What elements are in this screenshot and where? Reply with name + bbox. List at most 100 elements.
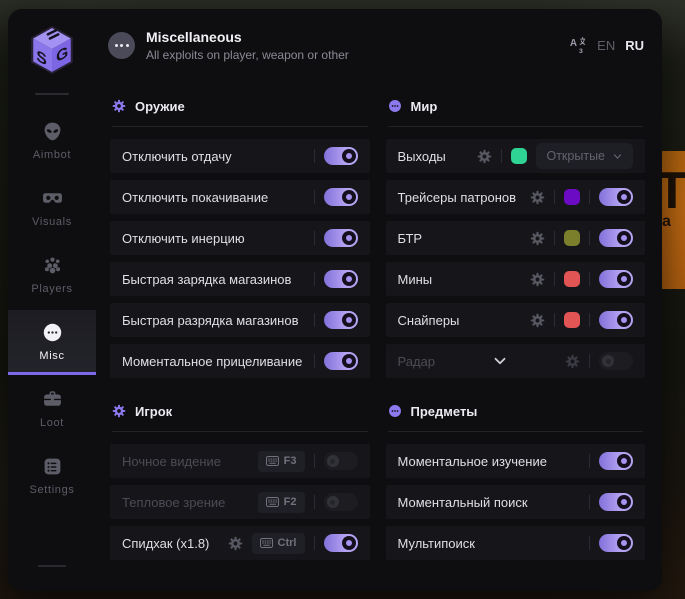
ellipsis-circle-icon [108,32,135,59]
control-divider [314,272,315,286]
gear-icon[interactable] [530,313,545,328]
toggle-switch[interactable] [599,229,633,247]
feature-row: Тепловое зрениеF2 [110,485,370,519]
toggle-switch[interactable] [599,352,633,370]
section-divider [112,431,368,432]
row-controls [314,311,358,329]
feature-label: Спидхак (x1.8) [122,536,209,551]
row-controls [589,452,633,470]
game-background-hud: Т а [660,151,685,289]
feature-label: Моментальное изучение [398,454,547,469]
sidebar-item-misc[interactable]: Misc [8,310,96,375]
toggle-knob [327,455,339,467]
gear-icon[interactable] [530,231,545,246]
hotkey-badge[interactable]: F3 [258,451,305,472]
toggle-switch[interactable] [324,147,358,165]
control-divider [589,495,590,509]
control-divider [314,454,315,468]
feature-row: Спидхак (x1.8) Ctrl [110,526,370,560]
row-controls: F2 [258,492,358,513]
toggle-switch[interactable] [324,534,358,552]
gear-icon[interactable] [477,149,492,164]
feature-row: Моментальное изучение [386,444,646,478]
hotkey-badge[interactable]: F2 [258,492,305,513]
control-divider [589,231,590,245]
feature-row: Отключить покачивание [110,180,370,214]
toggle-switch[interactable] [599,311,633,329]
chevron-down-icon[interactable] [491,352,509,370]
color-swatch[interactable] [564,271,580,287]
toggle-switch[interactable] [599,270,633,288]
toggle-switch[interactable] [599,493,633,511]
toggle-switch[interactable] [324,311,358,329]
row-controls [314,270,358,288]
hotkey-badge[interactable]: Ctrl [252,533,305,554]
gear-icon[interactable] [530,190,545,205]
toggle-switch[interactable] [324,188,358,206]
control-divider [314,231,315,245]
state-dropdown[interactable]: Открытые [536,143,633,169]
sidebar-item-label: Loot [40,417,64,429]
toggle-knob [617,454,631,468]
row-controls [530,270,633,288]
control-divider [589,536,590,550]
toggle-switch[interactable] [324,452,358,470]
feature-label: Отключить инерцию [122,231,245,246]
content-area: ОружиеОтключить отдачуОтключить покачива… [96,73,662,591]
language-option-en[interactable]: EN [597,38,615,53]
section-divider [112,126,368,127]
section-title: Предметы [411,404,478,419]
row-controls: F3 [258,451,358,472]
color-swatch[interactable] [511,148,527,164]
feature-label: БТР [398,231,423,246]
sidebar-item-aimbot[interactable]: Aimbot [8,109,96,174]
feature-label: Отключить отдачу [122,149,232,164]
sidebar-item-settings[interactable]: Settings [8,444,96,509]
toggle-knob [342,190,356,204]
toggle-knob [617,495,631,509]
feature-label: Мультипоиск [398,536,475,551]
translate-icon: A з [569,36,587,54]
sidebar-item-loot[interactable]: Loot [8,377,96,442]
feature-row: Отключить инерцию [110,221,370,255]
toggle-switch[interactable] [324,493,358,511]
toggle-switch[interactable] [599,188,633,206]
page-subtitle: All exploits on player, weapon or other [146,48,349,62]
section-items: Предметы Моментальное изучение Моментальны… [386,400,646,560]
color-swatch[interactable] [564,189,580,205]
hotkey-label: F2 [284,496,297,508]
toggle-knob [617,536,631,550]
control-divider [589,313,590,327]
color-swatch[interactable] [564,312,580,328]
toggle-switch[interactable] [599,534,633,552]
toggle-knob [602,355,614,367]
section-header: Мир [388,95,644,117]
gear-icon [112,404,126,418]
gear-icon[interactable] [565,354,580,369]
toggle-knob [617,190,631,204]
toggle-switch[interactable] [324,270,358,288]
toggle-switch[interactable] [324,229,358,247]
sidebar-item-visuals[interactable]: Visuals [8,176,96,241]
gear-icon[interactable] [530,272,545,287]
control-divider [314,190,315,204]
color-swatch[interactable] [564,230,580,246]
game-bg-letter: Т [660,165,685,217]
toggle-switch[interactable] [324,352,358,370]
control-divider [314,313,315,327]
keyboard-icon [266,497,279,507]
hotkey-label: Ctrl [278,537,297,549]
row-controls [565,352,633,370]
toggle-switch[interactable] [599,452,633,470]
toggle-knob [327,496,339,508]
feature-row: Моментальный поиск [386,485,646,519]
sidebar-item-players[interactable]: Players [8,243,96,308]
sidebar-bottom-divider [38,565,66,567]
gear-icon[interactable] [228,536,243,551]
control-divider [589,354,590,368]
language-option-ru[interactable]: RU [625,38,644,53]
row-controls [314,188,358,206]
row-controls [589,534,633,552]
section-divider [388,126,644,127]
hotkey-label: F3 [284,455,297,467]
